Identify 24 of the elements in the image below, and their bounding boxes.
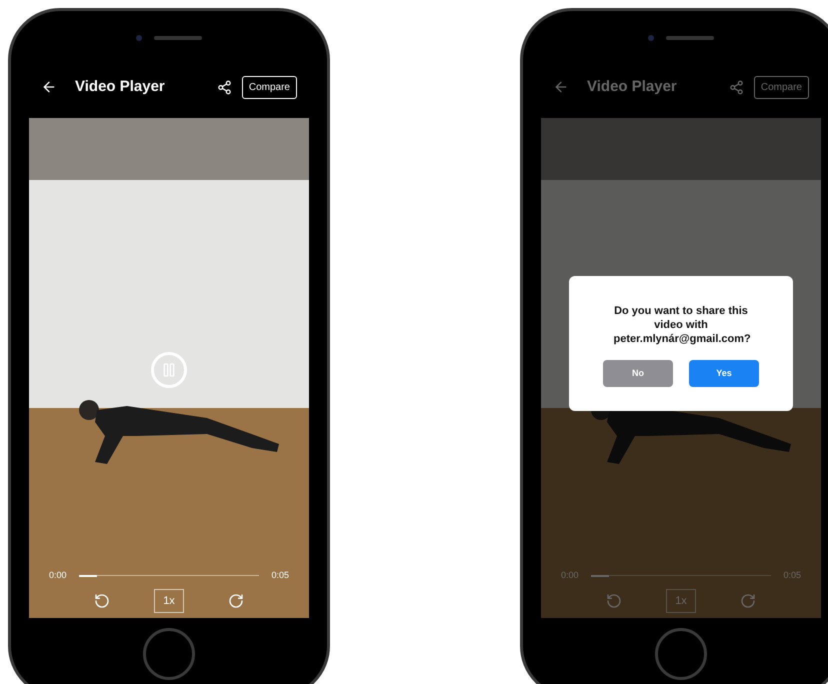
speed-button[interactable]: 1x — [666, 589, 696, 613]
dialog-button[interactable]: Yes — [689, 360, 759, 387]
dialog-message: Do you want to share this video with peter.mlynár@gmail.com? — [614, 304, 748, 346]
compare-button[interactable]: Compare — [754, 76, 809, 98]
total-time: 0:05 — [783, 568, 801, 582]
forward-icon[interactable] — [740, 593, 756, 609]
speed-button[interactable]: 1x — [154, 589, 184, 613]
rewind-icon[interactable] — [606, 593, 622, 609]
current-time: 0:00 — [49, 568, 67, 582]
speaker-grille — [666, 36, 714, 40]
current-time: 0:00 — [561, 568, 579, 582]
camera-icon — [648, 34, 654, 40]
forward-icon[interactable] — [228, 593, 244, 609]
dialog-button[interactable]: No — [603, 360, 673, 387]
compare-button[interactable]: Compare — [242, 76, 297, 98]
speaker-grille — [154, 36, 202, 40]
camera-icon — [136, 34, 142, 40]
pause-icon — [161, 362, 177, 378]
total-time: 0:05 — [271, 568, 289, 582]
screen-title: Video Player — [587, 76, 677, 97]
share-icon[interactable] — [216, 80, 232, 94]
back-icon[interactable] — [41, 79, 57, 95]
rewind-icon[interactable] — [94, 593, 110, 609]
screen-title: Video Player — [75, 76, 165, 97]
